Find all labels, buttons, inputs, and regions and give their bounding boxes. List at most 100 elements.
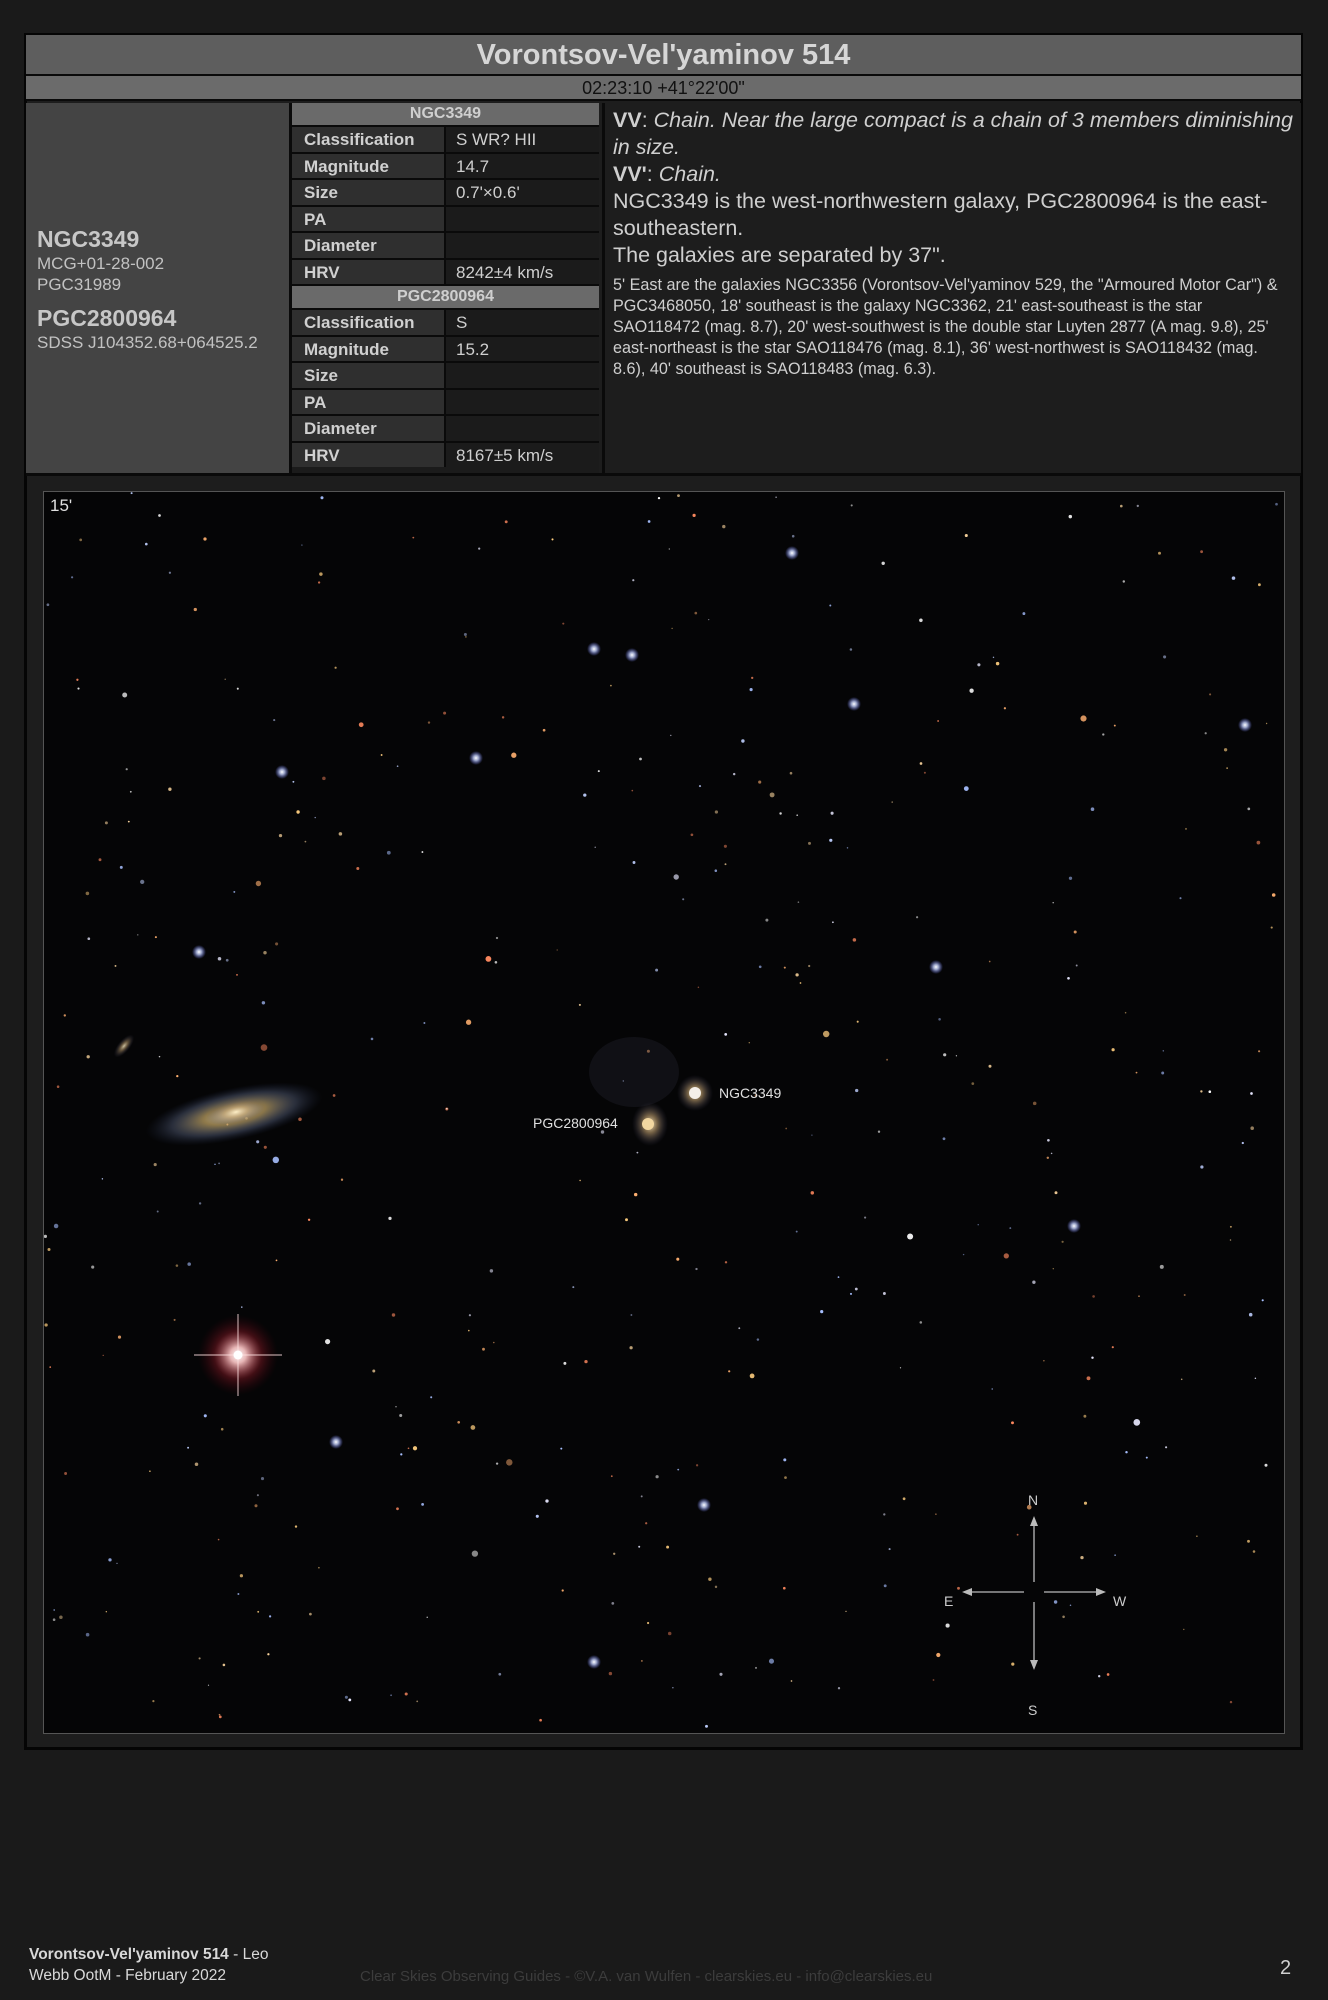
star — [220, 1427, 224, 1431]
star — [783, 1458, 787, 1462]
star — [741, 739, 745, 743]
star — [260, 1044, 268, 1051]
star — [738, 1327, 741, 1330]
star — [723, 844, 727, 848]
vvp-label: VV' — [613, 162, 647, 186]
star — [468, 1329, 470, 1332]
star — [273, 719, 276, 722]
row-key: Magnitude — [292, 336, 446, 361]
star — [783, 966, 786, 969]
star — [560, 1447, 563, 1450]
star — [322, 776, 326, 781]
star — [808, 841, 811, 845]
row-key: PA — [292, 206, 446, 231]
star — [886, 1058, 889, 1061]
table-row: Classification S WR? HII — [292, 127, 599, 154]
star — [899, 1367, 902, 1369]
star — [1261, 1299, 1264, 1302]
star — [608, 1671, 613, 1676]
star — [426, 1616, 428, 1618]
star — [105, 1611, 107, 1613]
star — [1125, 1450, 1128, 1454]
star — [795, 973, 799, 977]
star — [1080, 715, 1087, 722]
star — [1067, 976, 1070, 980]
row-value: 8242±4 km/s — [446, 259, 599, 284]
star — [144, 542, 148, 546]
star — [1258, 1050, 1261, 1053]
star — [1196, 1535, 1198, 1537]
row-value — [446, 206, 599, 231]
divider — [26, 473, 1301, 476]
star — [1120, 504, 1123, 508]
row-value — [446, 416, 599, 441]
star — [1145, 1456, 1148, 1459]
star — [811, 1134, 813, 1136]
star — [256, 1140, 260, 1144]
star — [677, 1468, 680, 1471]
star — [611, 1602, 615, 1605]
star — [837, 1687, 841, 1690]
star — [116, 1562, 118, 1565]
star — [1200, 1165, 1204, 1169]
star — [769, 792, 775, 798]
star — [485, 955, 492, 962]
star — [1086, 1376, 1091, 1381]
bright-star — [785, 546, 799, 560]
star — [370, 1037, 374, 1041]
star — [1180, 1378, 1183, 1381]
bright-star — [587, 642, 601, 656]
star — [187, 1446, 190, 1449]
star — [421, 1503, 424, 1506]
star — [261, 1001, 266, 1005]
star — [70, 576, 74, 579]
star — [748, 1041, 751, 1044]
star — [641, 1660, 643, 1662]
star — [152, 1700, 155, 1703]
row-key: Diameter — [292, 416, 446, 441]
row-value: 8167±5 km/s — [446, 442, 599, 467]
star — [631, 789, 634, 792]
star — [1032, 1280, 1036, 1284]
star — [698, 785, 702, 788]
star — [722, 524, 726, 529]
star — [154, 936, 157, 939]
star — [988, 960, 991, 963]
star — [640, 1495, 643, 1498]
footer-object: Vorontsov-Vel'yaminov 514 - Leo — [29, 1946, 268, 1964]
star — [995, 661, 1000, 666]
star — [498, 1672, 502, 1676]
star — [846, 847, 849, 849]
star — [854, 1287, 858, 1291]
star — [907, 1233, 914, 1240]
star — [114, 964, 117, 967]
star — [494, 961, 498, 964]
star — [56, 1085, 60, 1088]
star — [158, 514, 161, 517]
secondary-object-name: PGC2800964 — [37, 305, 177, 331]
star — [203, 1414, 207, 1418]
label-pgc2800964: PGC2800964 — [533, 1115, 618, 1131]
star — [1011, 1421, 1014, 1425]
star — [348, 1698, 352, 1702]
star — [670, 734, 672, 737]
star — [1083, 1414, 1087, 1418]
star — [708, 618, 710, 621]
star — [63, 1014, 66, 1017]
star — [850, 504, 853, 507]
star — [400, 1453, 403, 1456]
table-row: Magnitude 14.7 — [292, 153, 599, 180]
table-row: Size 0.7'×0.6' — [292, 180, 599, 207]
star — [1208, 1090, 1212, 1094]
star — [655, 968, 659, 972]
star — [732, 772, 736, 776]
table-row: Magnitude 15.2 — [292, 336, 599, 363]
star — [1091, 1356, 1094, 1359]
star — [758, 780, 762, 784]
table-header-pgc2800964: PGC2800964 — [292, 286, 599, 310]
star — [539, 1718, 542, 1722]
star — [992, 656, 995, 659]
star — [46, 603, 50, 607]
bright-star — [625, 648, 639, 662]
star — [272, 1156, 280, 1164]
